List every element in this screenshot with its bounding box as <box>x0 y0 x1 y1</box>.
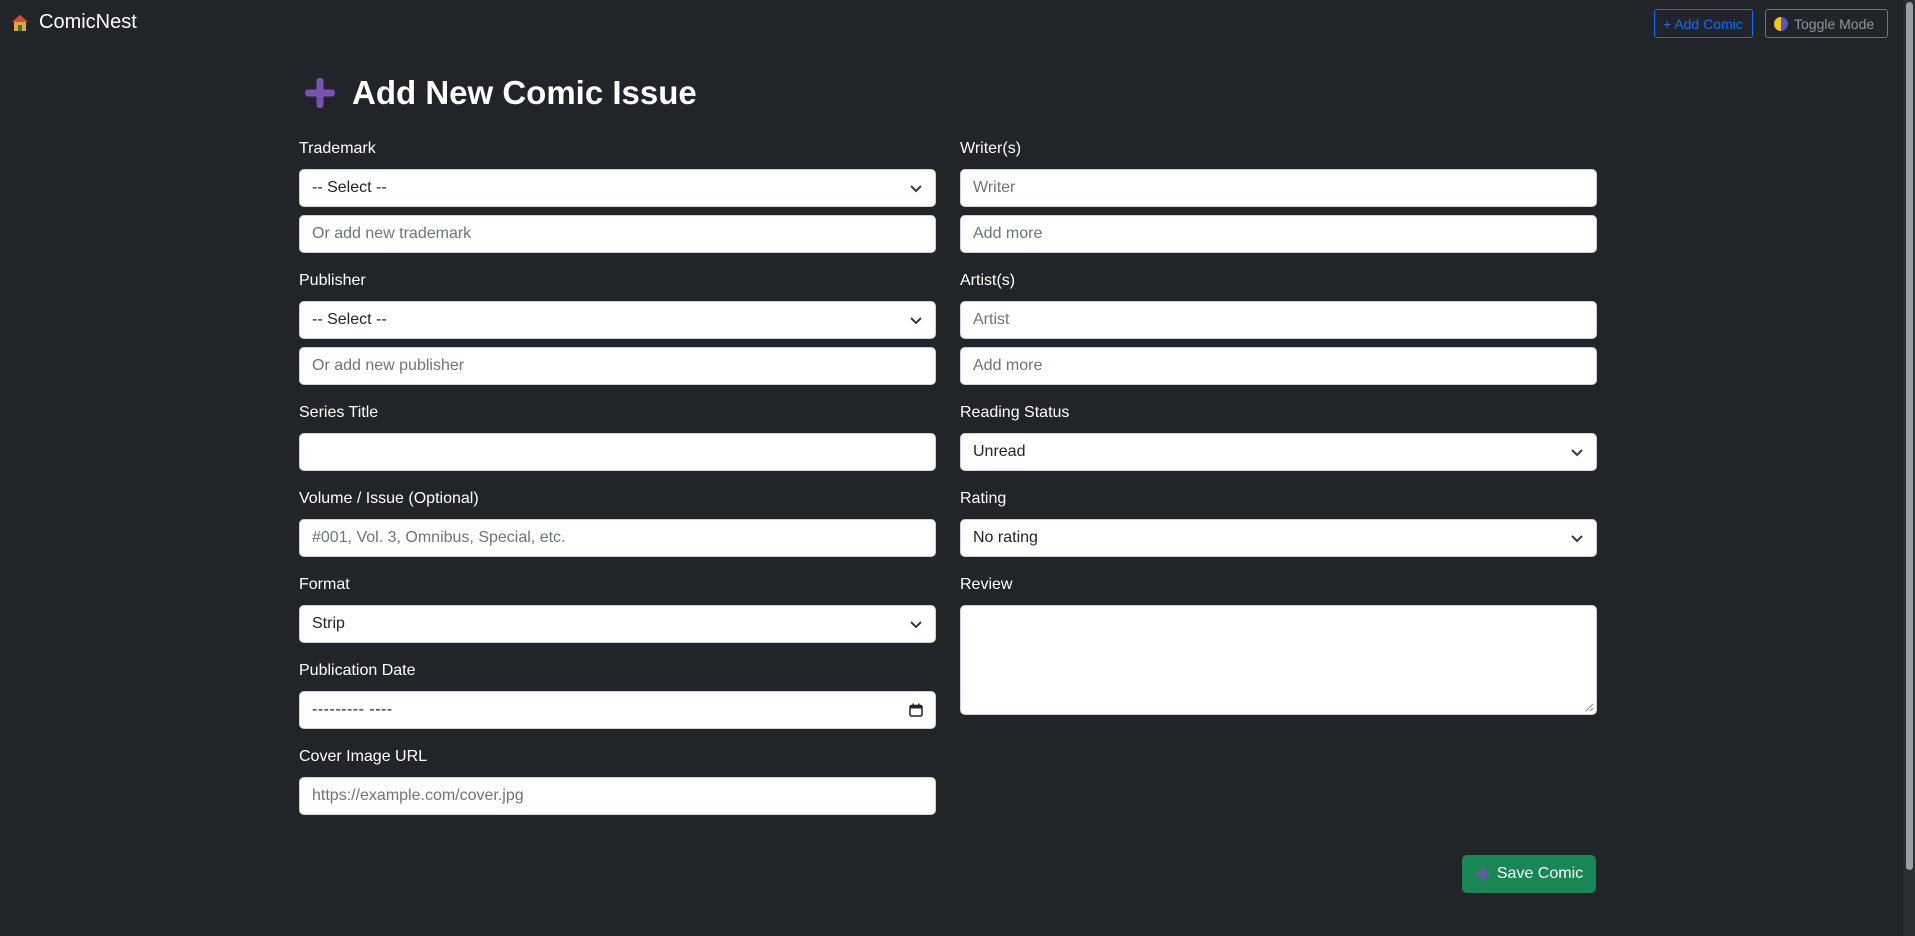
brand-name: ComicNest <box>39 11 137 33</box>
new-publisher-input[interactable] <box>299 347 936 385</box>
trademark-select-value: -- Select -- <box>312 179 387 196</box>
format-select[interactable]: Strip <box>299 605 936 643</box>
page-title: Add New Comic Issue <box>303 74 697 112</box>
plus-icon <box>305 78 335 108</box>
navbar: ComicNest + Add Comic Toggle Mode <box>0 0 1903 48</box>
cover-image-url-input[interactable] <box>299 777 936 815</box>
artists-label: Artist(s) <box>960 272 1016 289</box>
publication-date-input[interactable]: --------- ---- <box>299 691 936 729</box>
format-select-value: Strip <box>312 615 345 632</box>
chevron-down-icon <box>910 185 922 193</box>
add-comic-button[interactable]: + Add Comic <box>1654 9 1753 38</box>
writers-label: Writer(s) <box>960 140 1022 157</box>
review-textarea[interactable] <box>960 605 1597 715</box>
resize-handle-icon[interactable] <box>1584 702 1594 712</box>
publication-date-label: Publication Date <box>299 662 416 679</box>
writer-input[interactable] <box>960 169 1597 207</box>
series-title-field[interactable] <box>312 443 923 461</box>
rating-select[interactable]: No rating <box>960 519 1597 557</box>
house-icon <box>12 14 28 31</box>
new-trademark-field[interactable] <box>312 225 923 243</box>
format-label: Format <box>299 576 350 593</box>
chevron-down-icon <box>910 317 922 325</box>
cover-image-url-field[interactable] <box>312 787 923 805</box>
cover-image-url-label: Cover Image URL <box>299 748 428 765</box>
volume-issue-field[interactable] <box>312 529 923 547</box>
series-title-input[interactable] <box>299 433 936 471</box>
series-title-label: Series Title <box>299 404 379 421</box>
page-title-text: Add New Comic Issue <box>352 74 697 111</box>
new-publisher-field[interactable] <box>312 357 923 375</box>
writer-field[interactable] <box>973 179 1584 197</box>
plus-icon <box>1475 867 1490 881</box>
scrollbar-thumb[interactable] <box>1906 2 1913 870</box>
publication-date-value: --------- ---- <box>312 701 393 718</box>
reading-status-label: Reading Status <box>960 404 1070 421</box>
calendar-icon[interactable] <box>909 703 923 717</box>
review-label: Review <box>960 576 1013 593</box>
artist-field[interactable] <box>973 311 1584 329</box>
reading-status-select[interactable]: Unread <box>960 433 1597 471</box>
toggle-mode-label: Toggle Mode <box>1794 15 1875 32</box>
trademark-label: Trademark <box>299 140 376 157</box>
trademark-select[interactable]: -- Select -- <box>299 169 936 207</box>
writer-add-more-field[interactable] <box>973 225 1584 243</box>
rating-label: Rating <box>960 490 1007 507</box>
publisher-select[interactable]: -- Select -- <box>299 301 936 339</box>
volume-issue-label: Volume / Issue (Optional) <box>299 490 479 507</box>
publisher-select-value: -- Select -- <box>312 311 387 328</box>
publisher-label: Publisher <box>299 272 366 289</box>
writer-add-more-input[interactable] <box>960 215 1597 253</box>
reading-status-value: Unread <box>973 443 1026 460</box>
volume-issue-input[interactable] <box>299 519 936 557</box>
toggle-mode-button[interactable]: Toggle Mode <box>1765 9 1888 38</box>
save-comic-button[interactable]: Save Comic <box>1462 855 1596 893</box>
artist-add-more-field[interactable] <box>973 357 1584 375</box>
half-moon-icon <box>1774 16 1788 31</box>
new-trademark-input[interactable] <box>299 215 936 253</box>
brand-link[interactable]: ComicNest <box>11 11 137 34</box>
rating-value: No rating <box>973 529 1038 546</box>
artist-add-more-input[interactable] <box>960 347 1597 385</box>
save-comic-label: Save Comic <box>1496 865 1584 882</box>
chevron-down-icon <box>1571 449 1583 457</box>
page-scrollbar[interactable] <box>1903 0 1915 936</box>
artist-input[interactable] <box>960 301 1597 339</box>
chevron-down-icon <box>910 621 922 629</box>
chevron-down-icon <box>1571 535 1583 543</box>
